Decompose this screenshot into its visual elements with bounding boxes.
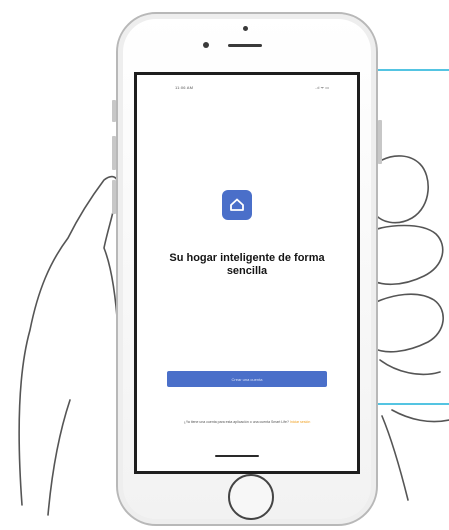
status-time: 11:06 AM — [175, 85, 194, 90]
phone-screen: 11:06 AM ..ıl ᯤ ▭ Su hogar inteligente d… — [134, 72, 360, 474]
app-logo — [222, 190, 252, 220]
create-account-button[interactable]: Crear una cuenta — [167, 371, 327, 387]
login-prompt-text: ¿Ya tiene una cuenta para esta aplicació… — [183, 420, 289, 424]
status-icons: ..ıl ᯤ ▭ — [315, 85, 329, 90]
login-prompt: ¿Ya tiene una cuenta para esta aplicació… — [167, 420, 327, 425]
login-link[interactable]: Iniciar sesión — [290, 420, 310, 424]
stage: 11:06 AM ..ıl ᯤ ▭ Su hogar inteligente d… — [0, 0, 449, 530]
earpiece — [228, 44, 262, 47]
home-button[interactable] — [228, 474, 274, 520]
welcome-headline: Su hogar inteligente de forma sencilla — [169, 252, 325, 277]
front-camera — [203, 42, 209, 48]
home-outline-icon — [230, 198, 244, 211]
home-indicator — [215, 455, 259, 457]
sensor-dot — [243, 26, 248, 31]
